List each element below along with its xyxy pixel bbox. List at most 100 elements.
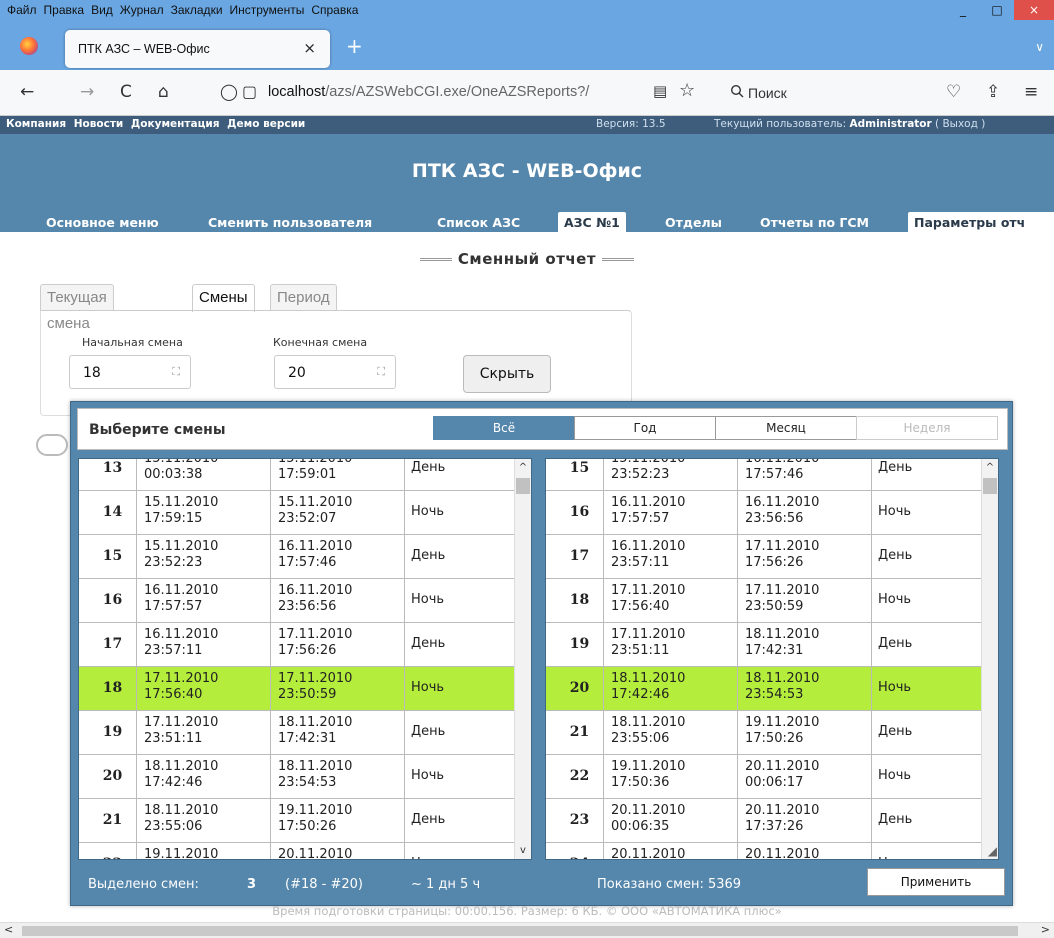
tab-close-icon[interactable]: ×: [303, 39, 316, 57]
shift-row[interactable]: 15 15.11.2010 23:52:23 16.11.2010 17:57:46…: [546, 459, 983, 491]
home-icon[interactable]: ⌂: [158, 82, 169, 102]
bookmark-star-icon[interactable]: ☆: [679, 80, 695, 101]
share-icon[interactable]: ⇪: [986, 82, 1000, 102]
shift-start: 20.11.2010 17:37:41: [604, 843, 738, 859]
shift-row[interactable]: 18 17.11.2010 17:56:40 17.11.2010 23:50:59…: [546, 579, 983, 623]
search-bar[interactable]: Поиск: [720, 78, 898, 108]
menu-history[interactable]: Журнал: [120, 3, 164, 17]
topbar-link-docs[interactable]: Документация: [131, 118, 220, 130]
selected-shifts-range: (#18 - #20): [285, 877, 363, 892]
pocket-icon[interactable]: ♡: [946, 82, 961, 102]
logout-link[interactable]: ( Выход ): [935, 118, 985, 130]
shift-row[interactable]: 20 18.11.2010 17:42:46 18.11.2010 23:54:53…: [79, 755, 516, 799]
nav-report-params[interactable]: Параметры отч: [908, 212, 1054, 234]
extensions-icon[interactable]: ≡: [1024, 82, 1038, 102]
toggle-switch[interactable]: [36, 434, 68, 456]
nav-departments[interactable]: Отделы: [659, 212, 728, 234]
menu-file[interactable]: Файл: [7, 3, 37, 17]
apply-button[interactable]: Применить: [867, 868, 1005, 896]
scrollbar[interactable]: ^ ◢: [981, 459, 998, 859]
maximize-button[interactable]: □: [980, 0, 1014, 20]
tracking-shield-icon[interactable]: ◯: [220, 82, 238, 101]
minimize-button[interactable]: _: [946, 0, 980, 20]
firefox-logo-icon[interactable]: [20, 37, 38, 55]
shift-kind: Ночь: [405, 843, 516, 859]
shift-row[interactable]: 20 18.11.2010 17:42:46 18.11.2010 23:54:53…: [546, 667, 983, 711]
shift-row[interactable]: 15 15.11.2010 23:52:23 16.11.2010 17:57:46…: [79, 535, 516, 579]
expand-picker-icon[interactable]: ⛶: [172, 365, 180, 379]
horizontal-scrollbar[interactable]: < >: [0, 922, 1054, 938]
shift-start: 16.11.2010 17:57:57: [604, 491, 738, 535]
url-host: localhost: [268, 84, 326, 100]
tab-shifts[interactable]: Смены: [192, 284, 255, 312]
shift-row[interactable]: 2219.11.2010 17:50:3620.11.2010 00:06:17…: [79, 843, 516, 859]
shift-row[interactable]: 16 16.11.2010 17:57:57 16.11.2010 23:56:56…: [79, 579, 516, 623]
url-bar[interactable]: ◯ ▢ localhost/azs/AZSWebCGI.exe/OneAZSRe…: [206, 78, 711, 108]
shift-row[interactable]: 18 17.11.2010 17:56:40 17.11.2010 23:50:59…: [79, 667, 516, 711]
menu-help[interactable]: Справка: [311, 3, 358, 17]
menu-tools[interactable]: Инструменты: [230, 3, 305, 17]
back-icon[interactable]: ←: [20, 82, 34, 102]
topbar-link-news[interactable]: Новости: [74, 118, 124, 130]
forward-icon[interactable]: →: [80, 82, 94, 102]
start-shift-value: 18: [83, 365, 101, 381]
end-shift-input[interactable]: 20 ⛶: [274, 355, 396, 389]
scrollbar[interactable]: ^ v: [514, 459, 531, 859]
url-text[interactable]: localhost/azs/AZSWebCGI.exe/OneAZSReport…: [268, 84, 658, 100]
shift-row[interactable]: 13 15.11.2010 00:03:38 15.11.2010 17:59:01…: [79, 459, 516, 491]
tab-period[interactable]: Период: [270, 284, 337, 311]
filter-month[interactable]: Месяц: [715, 416, 857, 440]
shift-row[interactable]: 21 18.11.2010 23:55:06 19.11.2010 17:50:26…: [79, 799, 516, 843]
shift-end: 17.11.2010 23:50:59: [271, 667, 405, 711]
scroll-down-icon[interactable]: v: [515, 842, 531, 859]
scroll-thumb[interactable]: [516, 478, 530, 494]
shift-row[interactable]: 21 18.11.2010 23:55:06 19.11.2010 17:50:26…: [546, 711, 983, 755]
scroll-thumb[interactable]: [22, 926, 1018, 936]
shift-end: 16.11.2010 17:57:46: [271, 535, 405, 579]
shift-row[interactable]: 17 16.11.2010 23:57:11 17.11.2010 17:56:26…: [79, 623, 516, 667]
shift-end: 18.11.2010 23:54:53: [738, 667, 872, 711]
nav-azs-1[interactable]: АЗС №1: [558, 212, 626, 234]
nav-azs-list[interactable]: Список АЗС: [431, 212, 526, 234]
menu-view[interactable]: Вид: [91, 3, 113, 17]
shift-row[interactable]: 19 17.11.2010 23:51:11 18.11.2010 17:42:31…: [546, 623, 983, 667]
shift-row[interactable]: 2219.11.2010 17:50:3620.11.2010 00:06:17…: [546, 755, 983, 799]
page-info-icon[interactable]: ▢: [242, 82, 257, 101]
shift-kind: День: [878, 812, 913, 827]
expand-picker-icon[interactable]: ⛶: [377, 365, 385, 379]
scroll-right-icon[interactable]: >: [1041, 923, 1050, 936]
menu-edit[interactable]: Правка: [44, 3, 85, 17]
shift-row[interactable]: 19 17.11.2010 23:51:11 18.11.2010 17:42:31…: [79, 711, 516, 755]
nav-change-user[interactable]: Сменить пользователя: [202, 212, 378, 234]
shift-row[interactable]: 17 16.11.2010 23:57:11 17.11.2010 17:56:26…: [546, 535, 983, 579]
shift-start: 19.11.2010 17:50:36: [604, 755, 738, 799]
browser-tab[interactable]: ПТК АЗС – WEB-Офис ×: [65, 30, 330, 68]
url-path: /azs/AZSWebCGI.exe/OneAZSReports?/: [325, 84, 590, 100]
shift-end: 20.11.2010 23:51:37: [738, 843, 872, 859]
tab-current-shift[interactable]: Текущая смена: [40, 284, 114, 332]
nav-main-menu[interactable]: Основное меню: [40, 212, 165, 234]
scroll-up-icon[interactable]: ^: [515, 459, 531, 476]
close-window-button[interactable]: ×: [1014, 0, 1054, 20]
hide-button[interactable]: Скрыть: [463, 355, 551, 393]
filter-year[interactable]: Год: [574, 416, 716, 440]
shift-row[interactable]: 14 15.11.2010 17:59:15 15.11.2010 23:52:07…: [79, 491, 516, 535]
menu-bookmarks[interactable]: Закладки: [171, 3, 223, 17]
resize-grip-icon[interactable]: ◢: [988, 844, 997, 858]
scroll-up-icon[interactable]: ^: [982, 459, 998, 476]
filter-all[interactable]: Всё: [433, 416, 575, 440]
topbar-link-demo[interactable]: Демо версии: [227, 118, 305, 130]
shift-start: 15.11.2010 17:59:15: [137, 491, 271, 535]
reader-view-icon[interactable]: ▤: [653, 82, 667, 100]
scroll-left-icon[interactable]: <: [4, 923, 13, 936]
scroll-thumb[interactable]: [983, 478, 997, 494]
topbar-link-company[interactable]: Компания: [6, 118, 66, 130]
start-shift-input[interactable]: 18 ⛶: [69, 355, 191, 389]
shift-row[interactable]: 2420.11.2010 17:37:4120.11.2010 23:51:37…: [546, 843, 983, 859]
reload-icon[interactable]: C: [120, 82, 132, 102]
shift-row[interactable]: 23 20.11.2010 00:06:35 20.11.2010 17:37:26…: [546, 799, 983, 843]
tabs-list-icon[interactable]: ∨: [1035, 40, 1044, 54]
nav-fuel-reports[interactable]: Отчеты по ГСМ: [754, 212, 875, 234]
shift-row[interactable]: 16 16.11.2010 17:57:57 16.11.2010 23:56:56…: [546, 491, 983, 535]
new-tab-button[interactable]: +: [346, 36, 363, 56]
